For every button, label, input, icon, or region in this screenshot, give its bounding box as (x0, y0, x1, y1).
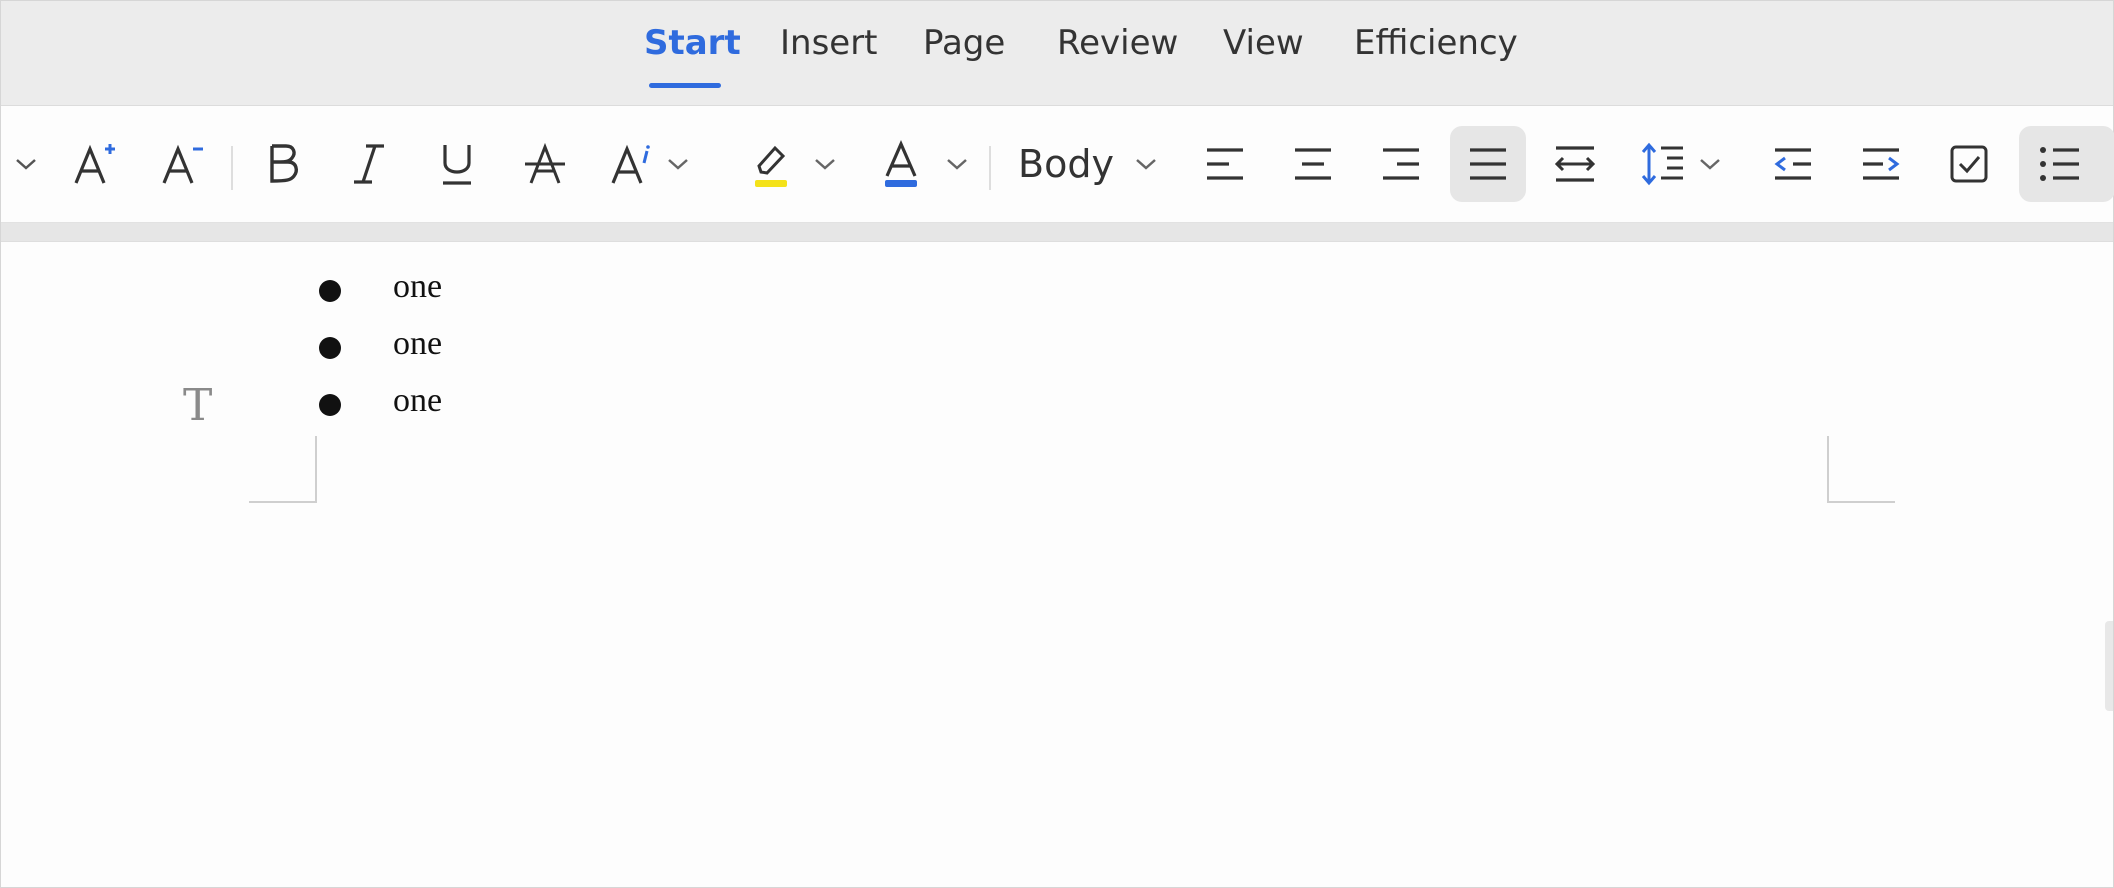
tab-efficiency[interactable]: Efficiency (1354, 23, 1518, 63)
toolbar-separator (989, 146, 991, 190)
tab-start[interactable]: Start (644, 23, 741, 63)
decrease-indent-icon[interactable] (1765, 126, 1821, 202)
bullet-marker (319, 337, 341, 359)
font-color-icon (885, 140, 917, 187)
list-item-text: one (393, 268, 443, 305)
list-item-text: one (393, 382, 443, 419)
bullet-marker (319, 280, 341, 302)
italic-icon[interactable] (341, 126, 397, 202)
align-right-icon[interactable] (1373, 126, 1429, 202)
margin-corner-top-left (249, 436, 317, 503)
line-spacing-dropdown[interactable] (1635, 126, 1727, 202)
tab-insert[interactable]: Insert (780, 23, 878, 63)
toolbar-separator (231, 146, 233, 190)
paragraph-style-dropdown[interactable]: Body (1013, 126, 1163, 202)
chevron-down-icon (1136, 159, 1156, 170)
active-tab-indicator (649, 83, 721, 88)
line-spacing-icon (1641, 142, 1683, 186)
text-effect-icon (611, 144, 650, 184)
scrollbar[interactable] (2105, 621, 2113, 711)
ribbon-tab-bar: Start Insert Page Review View Efficiency (1, 1, 2113, 106)
decrease-font-size-icon[interactable] (155, 126, 211, 202)
chevron-down-icon (1700, 159, 1720, 170)
document-page[interactable] (1, 242, 2113, 887)
distributed-icon[interactable] (1547, 126, 1603, 202)
highlight-dropdown[interactable] (745, 126, 843, 202)
paragraph-style-label: Body (1018, 142, 1114, 186)
formatting-toolbar: Body (1, 106, 2114, 223)
bullet-marker (319, 394, 341, 416)
increase-indent-icon[interactable] (1853, 126, 1909, 202)
align-center-icon[interactable] (1285, 126, 1341, 202)
increase-font-size-icon[interactable] (67, 126, 123, 202)
font-size-dropdown-chevron-icon[interactable] (9, 126, 43, 202)
bullet-list-dropdown[interactable] (2019, 126, 2114, 202)
tab-view[interactable]: View (1223, 23, 1304, 63)
bullet-list-icon (2040, 147, 2079, 181)
checkbox-icon[interactable] (1941, 126, 1997, 202)
justify-icon[interactable] (1450, 126, 1526, 202)
strikethrough-icon[interactable] (517, 126, 573, 202)
align-left-icon[interactable] (1197, 126, 1253, 202)
toolbar-document-divider (1, 223, 2113, 242)
highlight-icon (755, 145, 787, 187)
chevron-down-icon (947, 159, 967, 170)
chevron-down-icon (668, 159, 688, 170)
chevron-down-icon (815, 159, 835, 170)
font-color-dropdown[interactable] (875, 126, 975, 202)
paragraph-style-marker[interactable]: T (183, 380, 212, 431)
bold-icon[interactable] (255, 126, 311, 202)
tab-page[interactable]: Page (923, 23, 1005, 63)
underline-icon[interactable] (429, 126, 485, 202)
list-item-text: one (393, 325, 443, 362)
tab-review[interactable]: Review (1057, 23, 1178, 63)
text-effect-dropdown[interactable] (603, 126, 695, 202)
margin-corner-top-right (1827, 436, 1895, 503)
